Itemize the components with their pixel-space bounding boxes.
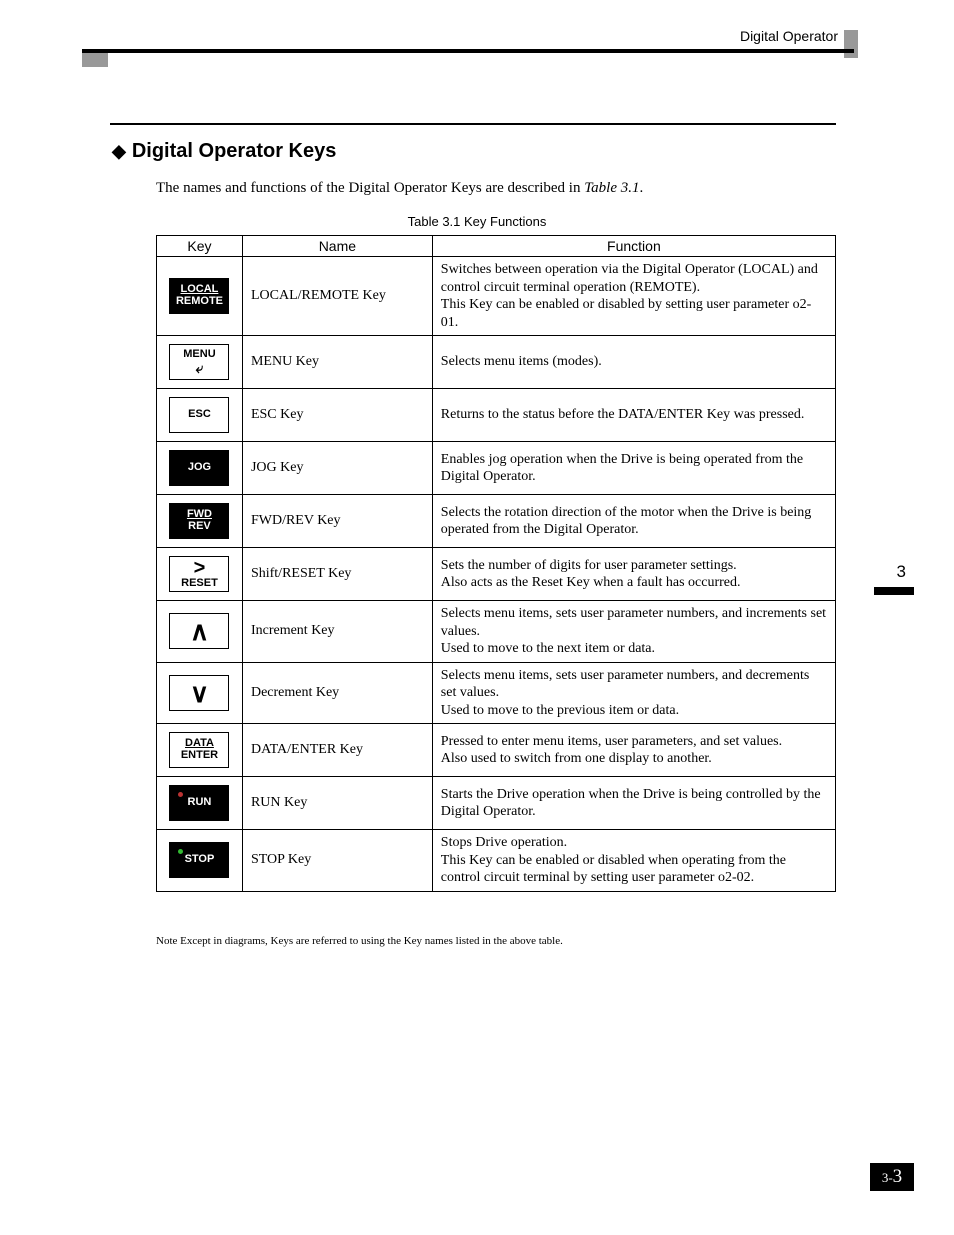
- table-row: ∨ Decrement KeySelects menu items, sets u…: [157, 662, 836, 724]
- col-name: Name: [242, 236, 432, 257]
- key-cell: FWDREV: [157, 495, 243, 548]
- key-cell: STOP: [157, 830, 243, 892]
- intro-ref: Table 3.1: [584, 180, 639, 196]
- key-function: Switches between operation via the Digit…: [432, 257, 835, 336]
- running-title: Digital Operator: [740, 28, 838, 44]
- section-intro: The names and functions of the Digital O…: [156, 180, 643, 197]
- table-row: LOCALREMOTE LOCAL/REMOTE KeySwitches betw…: [157, 257, 836, 336]
- key-graphic: FWDREV: [169, 503, 229, 539]
- table-row: MENU⤶ MENU KeySelects menu items (modes).: [157, 336, 836, 389]
- key-name: STOP Key: [242, 830, 432, 892]
- key-label-line2: ENTER: [181, 750, 218, 762]
- key-label-line1: ESC: [188, 409, 211, 421]
- intro-pre: The names and functions of the Digital O…: [156, 180, 584, 196]
- key-cell: ESC: [157, 389, 243, 442]
- key-name: Shift/RESET Key: [242, 548, 432, 601]
- table-row: RUN RUN KeyStarts the Drive operation whe…: [157, 777, 836, 830]
- key-graphic: ∨: [169, 675, 229, 711]
- key-cell: ∧: [157, 601, 243, 663]
- key-functions-table: Key Name Function LOCALREMOTE LOCAL/REMOT…: [156, 235, 836, 892]
- key-cell: RUN: [157, 777, 243, 830]
- key-graphic: >RESET: [169, 556, 229, 592]
- key-cell: ∨: [157, 662, 243, 724]
- key-label-line2: RESET: [181, 578, 218, 590]
- key-graphic: DATAENTER: [169, 732, 229, 768]
- key-graphic: JOG: [169, 450, 229, 486]
- table-row: >RESET Shift/RESET KeySets the number of …: [157, 548, 836, 601]
- key-graphic: ∧: [169, 613, 229, 649]
- key-function: Enables jog operation when the Drive is …: [432, 442, 835, 495]
- key-graphic: RUN: [169, 785, 229, 821]
- section-rule: [110, 123, 836, 125]
- key-cell: DATAENTER: [157, 724, 243, 777]
- key-graphic: LOCALREMOTE: [169, 278, 229, 314]
- key-label-line1: JOG: [188, 462, 211, 474]
- key-function: Stops Drive operation.This Key can be en…: [432, 830, 835, 892]
- key-name: FWD/REV Key: [242, 495, 432, 548]
- table-note: Note Except in diagrams, Keys are referr…: [156, 935, 563, 947]
- key-name: Decrement Key: [242, 662, 432, 724]
- key-name: DATA/ENTER Key: [242, 724, 432, 777]
- col-key: Key: [157, 236, 243, 257]
- key-name: MENU Key: [242, 336, 432, 389]
- key-name: LOCAL/REMOTE Key: [242, 257, 432, 336]
- enter-arrow-icon: ⤶: [196, 361, 204, 375]
- page-prefix: 3-: [882, 1170, 893, 1185]
- key-graphic: ESC: [169, 397, 229, 433]
- key-function: Starts the Drive operation when the Driv…: [432, 777, 835, 830]
- table-body: LOCALREMOTE LOCAL/REMOTE KeySwitches betw…: [157, 257, 836, 892]
- table-header-row: Key Name Function: [157, 236, 836, 257]
- header-rule: [82, 49, 854, 53]
- key-cell: JOG: [157, 442, 243, 495]
- key-cell: >RESET: [157, 548, 243, 601]
- key-name: Increment Key: [242, 601, 432, 663]
- key-label-line2: REMOTE: [176, 296, 223, 308]
- key-function: Selects menu items, sets user parameter …: [432, 601, 835, 663]
- key-function: Returns to the status before the DATA/EN…: [432, 389, 835, 442]
- intro-post: .: [640, 180, 644, 196]
- arrow-icon: ∨: [190, 680, 209, 706]
- table-caption: Table 3.1 Key Functions: [0, 214, 954, 229]
- arrow-icon: >: [194, 558, 206, 578]
- key-label-line2: REV: [188, 521, 211, 533]
- table-row: DATAENTER DATA/ENTER KeyPressed to enter …: [157, 724, 836, 777]
- arrow-icon: ∧: [190, 618, 209, 644]
- key-cell: LOCALREMOTE: [157, 257, 243, 336]
- key-name: JOG Key: [242, 442, 432, 495]
- side-chapter-bar: [874, 587, 914, 595]
- col-func: Function: [432, 236, 835, 257]
- table-row: FWDREV FWD/REV KeySelects the rotation di…: [157, 495, 836, 548]
- key-graphic: MENU⤶: [169, 344, 229, 380]
- page-num: 3: [893, 1166, 903, 1187]
- key-graphic: STOP: [169, 842, 229, 878]
- header-accent-box: [844, 30, 858, 58]
- section-heading: Digital Operator Keys: [112, 140, 336, 163]
- header-tab: [82, 53, 108, 67]
- key-function: Selects the rotation direction of the mo…: [432, 495, 835, 548]
- key-function: Sets the number of digits for user param…: [432, 548, 835, 601]
- key-function: Selects menu items (modes).: [432, 336, 835, 389]
- side-chapter-number: 3: [897, 562, 906, 582]
- key-function: Pressed to enter menu items, user parame…: [432, 724, 835, 777]
- table-row: ∧ Increment KeySelects menu items, sets u…: [157, 601, 836, 663]
- key-cell: MENU⤶: [157, 336, 243, 389]
- key-name: RUN Key: [242, 777, 432, 830]
- key-name: ESC Key: [242, 389, 432, 442]
- table-row: ESC ESC KeyReturns to the status before t…: [157, 389, 836, 442]
- page-number: 3-3: [870, 1163, 914, 1191]
- table-row: JOG JOG KeyEnables jog operation when the…: [157, 442, 836, 495]
- key-label-line1: STOP: [185, 854, 215, 866]
- table-row: STOP STOP KeyStops Drive operation.This K…: [157, 830, 836, 892]
- key-function: Selects menu items, sets user parameter …: [432, 662, 835, 724]
- key-label-line1: RUN: [188, 797, 212, 809]
